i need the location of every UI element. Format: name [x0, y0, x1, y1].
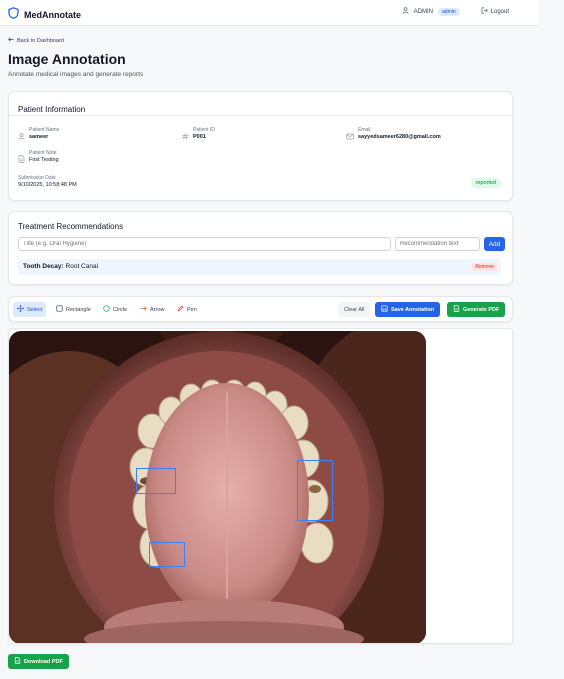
email-field: Email sayyedsameer6280@gmail.com [346, 127, 441, 145]
save-annotation-button[interactable]: Save Annotation [375, 302, 441, 317]
select-tool[interactable]: Select [13, 302, 47, 317]
recommendation-title-input[interactable] [18, 237, 391, 251]
save-icon [381, 305, 388, 314]
pen-tool[interactable]: Pen [173, 302, 201, 317]
annotation-toolbar: Select Rectangle Circle Arrow Pen Clear … [8, 296, 513, 322]
arrow-tool[interactable]: Arrow [136, 302, 168, 317]
top-bar: MedAnnotate ADMIN admin Logout [0, 0, 539, 26]
role-badge: admin [438, 7, 460, 16]
brand[interactable]: MedAnnotate [8, 6, 81, 24]
patient-id-value: P001 [193, 134, 206, 140]
download-pdf-label: Download PDF [24, 658, 63, 665]
recommendation-item-text: Root Canal [65, 263, 99, 270]
patient-info-title: Patient Information [18, 105, 86, 114]
download-pdf-button[interactable]: Download PDF [8, 654, 69, 669]
mail-icon [346, 127, 354, 145]
save-annotation-label: Save Annotation [391, 306, 435, 313]
patient-information-card: Patient Information Patient Name sameer … [8, 91, 513, 201]
recommendation-item: Tooth Decay: Root Canal Remove [18, 259, 501, 275]
select-tool-label: Select [27, 306, 43, 313]
patient-name-label: Patient Name [29, 127, 60, 133]
app-name: MedAnnotate [24, 10, 81, 20]
patient-note-value: First Testing [29, 157, 59, 163]
add-recommendation-button[interactable]: Add [484, 237, 505, 251]
patient-name-value: sameer [29, 134, 49, 140]
generate-pdf-button[interactable]: Generate PDF [447, 302, 506, 317]
recommendation-item-title: Tooth Decay: [23, 263, 64, 270]
file-icon [453, 305, 460, 314]
arrow-right-icon [140, 305, 147, 314]
patient-id-field: Patient ID P001 [182, 127, 215, 145]
back-to-dashboard-link[interactable]: Back to Dashboard [8, 37, 64, 44]
logout-icon [481, 7, 488, 16]
patient-name-field: Patient Name sameer [18, 127, 59, 145]
circle-tool-label: Circle [113, 306, 128, 313]
circle-icon [103, 305, 110, 314]
submission-date-field: Submission Date 9/10/2025, 10:58:48 PM [18, 175, 77, 188]
move-icon [16, 304, 25, 314]
logout-button[interactable]: Logout [481, 7, 509, 16]
square-icon [56, 305, 63, 314]
annotation-rectangle[interactable] [149, 542, 185, 567]
pen-tool-label: Pen [187, 306, 197, 313]
page-subtitle: Annotate medical images and generate rep… [8, 71, 144, 78]
rectangle-tool[interactable]: Rectangle [52, 302, 95, 317]
annotation-rectangle[interactable] [136, 468, 176, 494]
annotation-rectangle[interactable] [297, 460, 333, 521]
clear-all-button[interactable]: Clear All [338, 302, 371, 317]
remove-recommendation-button[interactable]: Remove [472, 263, 497, 271]
user-name: ADMIN [413, 8, 434, 15]
circle-tool[interactable]: Circle [99, 302, 131, 317]
patient-id-label: Patient ID [193, 127, 215, 133]
patient-note-field: Patient Note First Testing [18, 150, 59, 168]
treatment-title: Treatment Recommendations [18, 222, 124, 231]
dental-image[interactable] [9, 331, 426, 643]
document-icon [18, 150, 25, 168]
arrow-left-icon [8, 37, 14, 44]
arrow-tool-label: Arrow [150, 306, 165, 313]
user-icon [402, 7, 409, 16]
hash-icon [182, 127, 189, 145]
download-icon [14, 657, 21, 666]
page-title: Image Annotation [8, 51, 126, 67]
submission-date-value: 9/10/2025, 10:58:48 PM [18, 182, 77, 188]
annotation-canvas[interactable] [8, 328, 513, 644]
email-value: sayyedsameer6280@gmail.com [358, 134, 441, 140]
pen-icon [177, 305, 184, 314]
shield-icon [8, 6, 19, 24]
status-badge: reported [470, 178, 501, 188]
rectangle-tool-label: Rectangle [66, 306, 91, 313]
generate-pdf-label: Generate PDF [463, 306, 500, 313]
treatment-recommendations-card: Treatment Recommendations Add Tooth Deca… [8, 211, 513, 285]
back-label: Back to Dashboard [17, 37, 64, 44]
recommendation-text-input[interactable] [395, 237, 480, 251]
logout-label: Logout [490, 8, 509, 15]
email-label: Email [358, 127, 371, 133]
user-icon [18, 127, 25, 145]
submission-date-label: Submission Date [18, 175, 56, 181]
patient-note-label: Patient Note [29, 150, 57, 156]
clear-all-label: Clear All [344, 306, 365, 313]
